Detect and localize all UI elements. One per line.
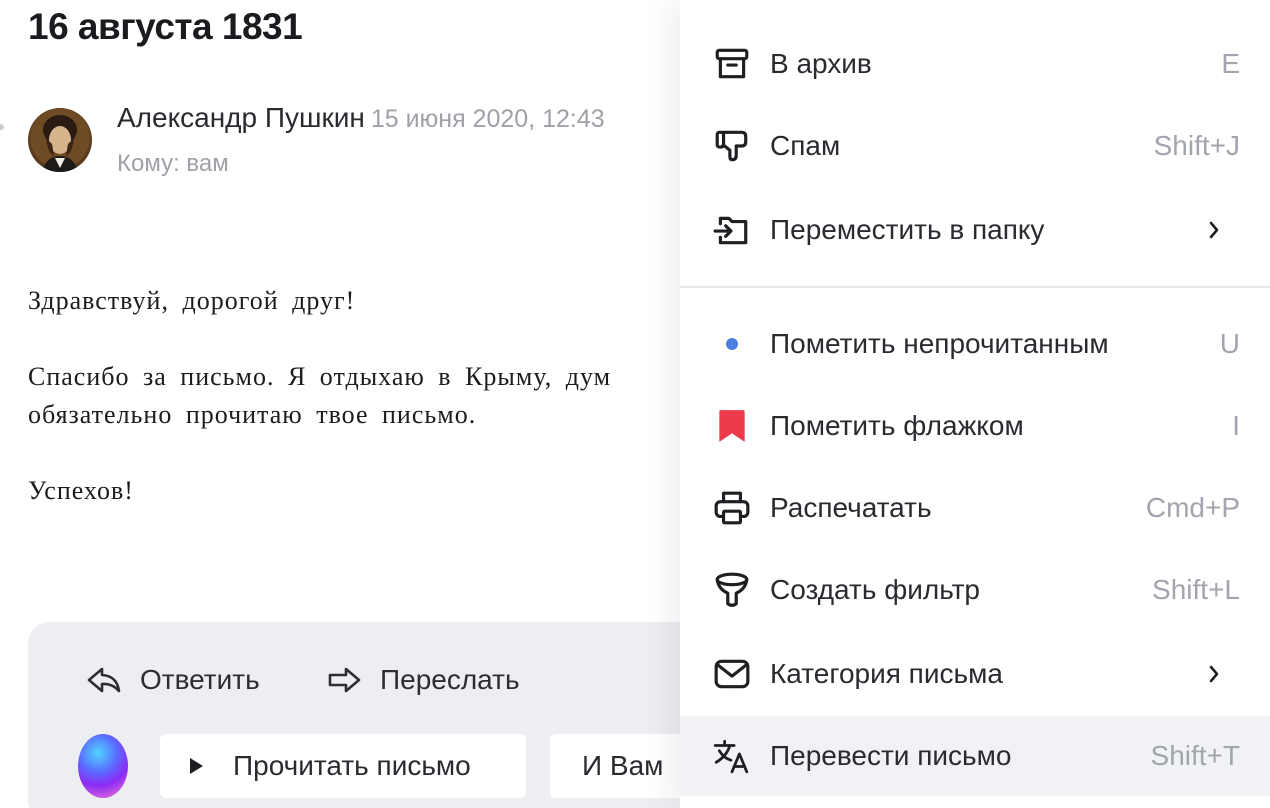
menu-item-label: Распечатать bbox=[770, 492, 932, 523]
letter-body: Здравствуй, дорогой друг! Спасибо за пис… bbox=[28, 282, 728, 548]
sender-name[interactable]: Александр Пушкин bbox=[117, 102, 365, 133]
sender-avatar[interactable] bbox=[28, 108, 92, 172]
letter-date: 15 июня 2020, 12:43 bbox=[370, 105, 605, 133]
letter-paragraph: Здравствуй, дорогой друг! bbox=[28, 286, 356, 315]
play-icon bbox=[190, 758, 203, 774]
menu-item-category[interactable]: Категория письма bbox=[680, 639, 1270, 709]
menu-item-flag[interactable]: Пометить флажком I bbox=[680, 391, 1270, 461]
letter-paragraph: Спасибо за письмо. Я отдыхаю в Крыму, ду… bbox=[28, 362, 612, 391]
chevron-right-icon bbox=[1209, 665, 1219, 683]
letter-paragraph: Успехов! bbox=[28, 476, 134, 505]
forward-label: Переслать bbox=[380, 664, 520, 695]
sender-line: Александр Пушкин 15 июня 2020, 12:43 bbox=[117, 102, 605, 134]
assistant-orb-icon[interactable] bbox=[78, 734, 128, 798]
menu-item-label: В архив bbox=[770, 48, 872, 79]
letter-paragraph: обязательно прочитаю твое письмо. bbox=[28, 400, 477, 429]
menu-item-archive[interactable]: В архив E bbox=[680, 29, 1270, 99]
reply-label: Ответить bbox=[140, 664, 260, 695]
reply-icon bbox=[87, 667, 121, 693]
menu-divider bbox=[680, 286, 1270, 288]
sidebar-edge-dot bbox=[0, 124, 4, 130]
menu-item-label: Категория письма bbox=[770, 658, 1003, 689]
flag-icon bbox=[712, 406, 752, 446]
menu-item-shortcut: U bbox=[1219, 328, 1240, 359]
menu-item-label: Пометить непрочитанным bbox=[770, 328, 1109, 359]
unread-dot-icon bbox=[712, 324, 752, 364]
letter-subject: 16 августа 1831 bbox=[28, 6, 303, 47]
printer-icon bbox=[712, 488, 752, 528]
archive-icon bbox=[712, 44, 752, 84]
quick-reply-label: И Вам bbox=[582, 750, 664, 781]
filter-icon bbox=[712, 570, 752, 610]
translate-icon bbox=[712, 736, 752, 776]
read-aloud-label: Прочитать письмо bbox=[233, 750, 471, 781]
thumbs-down-icon bbox=[712, 126, 752, 166]
menu-item-print[interactable]: Распечатать Cmd+P bbox=[680, 473, 1270, 543]
menu-item-translate[interactable]: Перевести письмо Shift+T bbox=[680, 716, 1270, 796]
menu-item-label: Переместить в папку bbox=[770, 214, 1045, 245]
menu-item-move-to-folder[interactable]: Переместить в папку bbox=[680, 195, 1270, 265]
forward-icon bbox=[328, 667, 361, 693]
forward-button[interactable]: Переслать bbox=[326, 662, 520, 698]
menu-item-shortcut: E bbox=[1221, 48, 1240, 79]
menu-item-label: Перевести письмо bbox=[770, 740, 1012, 771]
reply-toolbar: Ответить Переслать Прочитать письмо И Ва… bbox=[28, 622, 750, 808]
letter-context-menu: В архив E Спам Shift+J Переместить в пап… bbox=[680, 0, 1270, 808]
menu-item-shortcut: I bbox=[1232, 410, 1240, 441]
recipient-line: Кому: вам bbox=[117, 150, 229, 177]
menu-item-label: Пометить флажком bbox=[770, 410, 1024, 441]
menu-item-shortcut: Shift+J bbox=[1153, 130, 1240, 161]
menu-item-shortcut: Cmd+P bbox=[1145, 492, 1240, 523]
menu-item-spam[interactable]: Спам Shift+J bbox=[680, 111, 1270, 181]
envelope-icon bbox=[712, 654, 752, 694]
chevron-right-icon bbox=[1209, 221, 1219, 239]
reply-button[interactable]: Ответить bbox=[86, 662, 260, 698]
read-aloud-button[interactable]: Прочитать письмо bbox=[160, 734, 526, 798]
menu-item-shortcut: Shift+T bbox=[1150, 740, 1240, 771]
menu-item-label: Создать фильтр bbox=[770, 574, 980, 605]
move-to-folder-icon bbox=[712, 210, 752, 250]
menu-item-label: Спам bbox=[770, 130, 841, 161]
menu-item-mark-unread[interactable]: Пометить непрочитанным U bbox=[680, 309, 1270, 379]
menu-item-shortcut: Shift+L bbox=[1152, 574, 1240, 605]
menu-item-create-filter[interactable]: Создать фильтр Shift+L bbox=[680, 555, 1270, 625]
